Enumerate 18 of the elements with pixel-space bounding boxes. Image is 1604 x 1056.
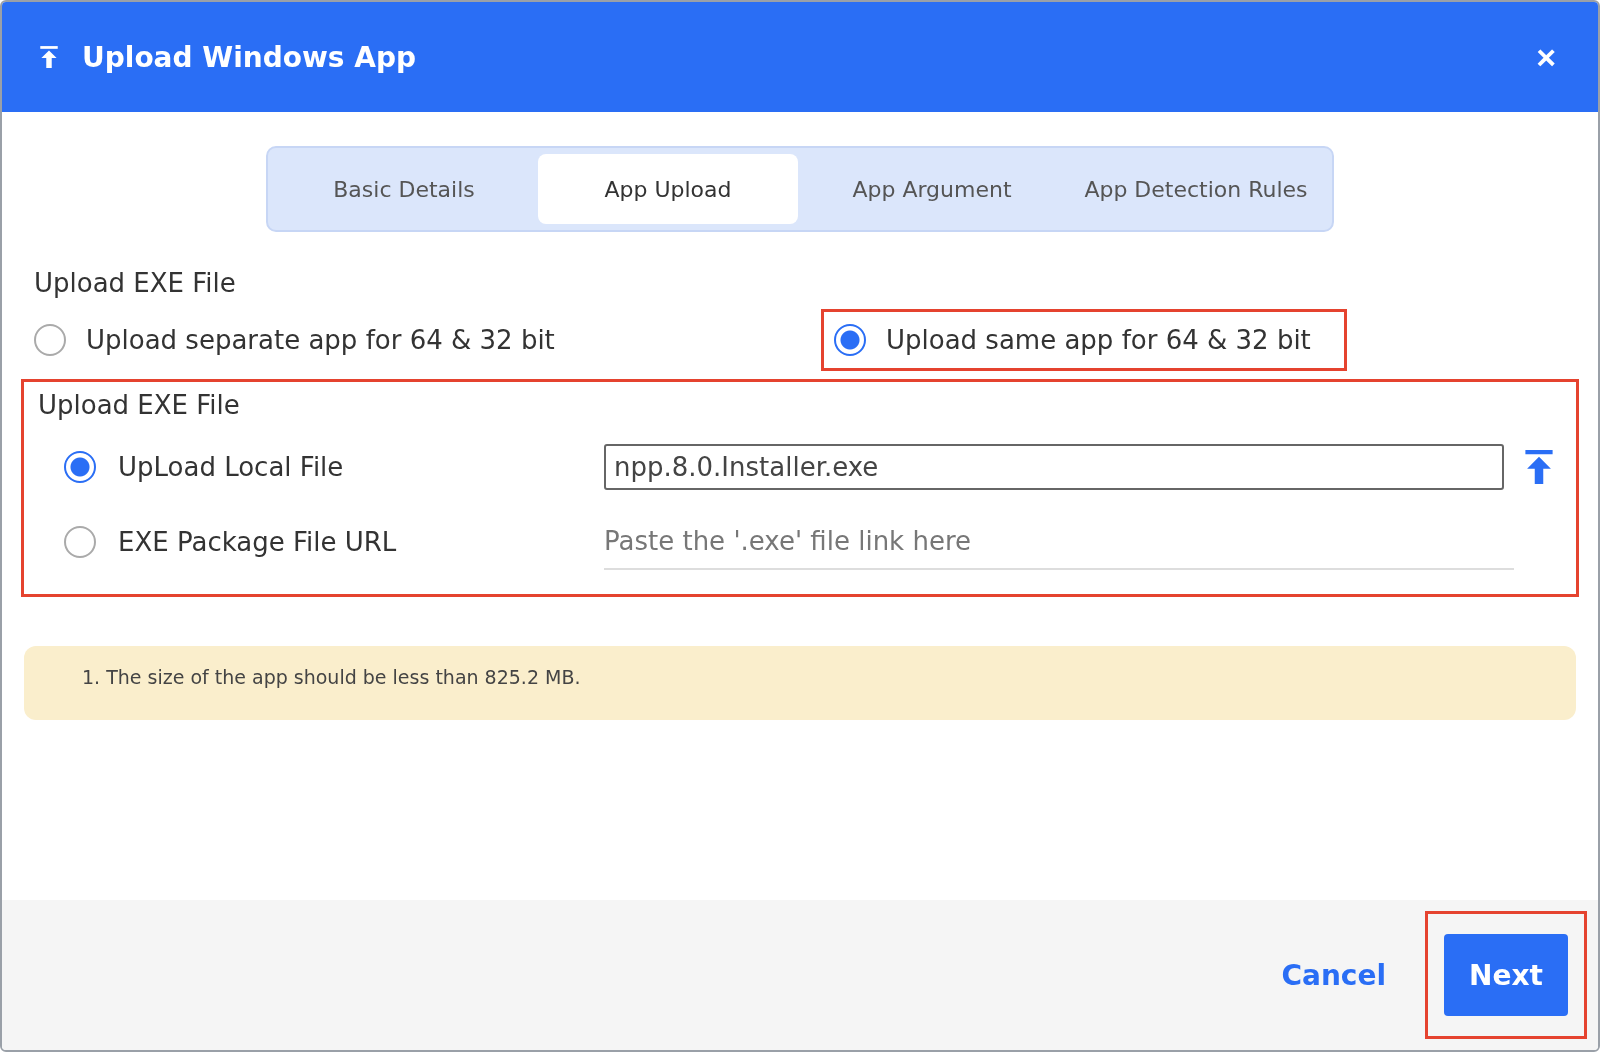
upload-icon[interactable] [1522, 448, 1556, 486]
section-heading: Upload EXE File [34, 268, 237, 298]
dialog-title: Upload Windows App [82, 40, 418, 74]
tab[interactable]: App Upload [538, 154, 798, 224]
tab[interactable]: App Detection Rules [1066, 154, 1326, 224]
cancel-link[interactable]: Cancel [1275, 957, 1392, 993]
file-name-field[interactable]: npp.8.0.Installer.exe [604, 444, 1504, 490]
highlighted-radio-option[interactable]: Upload same app for 64 & 32 bit [824, 312, 1344, 368]
radio-option[interactable]: UpLoad Local File [38, 451, 604, 483]
tab[interactable]: Basic Details [274, 154, 534, 224]
upload-icon [38, 45, 60, 69]
note-text: 1. The size of the app should be less than 825.2 MB. [82, 666, 581, 688]
radio-option[interactable]: EXE Package File URL [38, 526, 604, 558]
radio-option[interactable]: Upload separate app for 64 & 32 bit [24, 312, 814, 368]
section-heading: Upload EXE File [38, 390, 241, 420]
close-button[interactable]: × [1530, 36, 1562, 78]
next-button[interactable]: Next [1444, 934, 1568, 1016]
tab[interactable]: App Argument [802, 154, 1062, 224]
